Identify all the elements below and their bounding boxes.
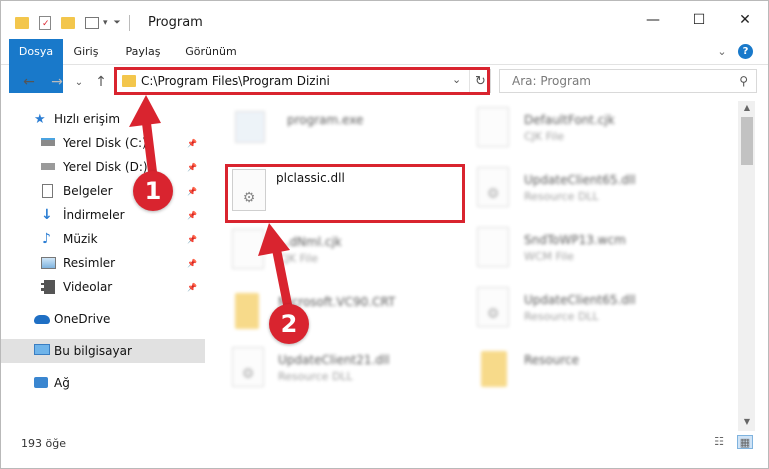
title-bar: ✓ ▾ ⏷ Program — ☐ ✕ (1, 1, 768, 39)
sidebar-item-quick-access[interactable]: ★ Hızlı erişim (1, 107, 205, 131)
video-icon (41, 280, 55, 294)
large-icons-view-icon[interactable]: ▦ (737, 435, 753, 449)
forward-button[interactable]: → (47, 73, 67, 91)
step-2-badge: 2 (269, 304, 309, 344)
scroll-up-icon[interactable]: ▲ (741, 103, 753, 115)
quick-access-toolbar: ✓ ▾ ⏷ (15, 13, 130, 33)
search-placeholder: Ara: Program (512, 74, 591, 88)
pictures-icon (41, 257, 56, 269)
pin-icon[interactable]: 📌 (187, 259, 197, 268)
doc-icon (477, 107, 509, 147)
pin-icon[interactable]: 📌 (187, 187, 197, 196)
pin-icon[interactable]: 📌 (187, 283, 197, 292)
address-highlight-box (114, 67, 490, 95)
folder-icon (15, 17, 29, 29)
sidebar-item-videos[interactable]: Videolar 📌 (1, 275, 205, 299)
documents-icon (42, 184, 53, 198)
pin-icon[interactable]: 📌 (187, 211, 197, 220)
sidebar-item-disk-d[interactable]: Yerel Disk (D:) 📌 (1, 155, 205, 179)
sidebar-item-disk-c[interactable]: Yerel Disk (C:) 📌 (1, 131, 205, 155)
tab-home[interactable]: Giriş (63, 39, 109, 65)
sidebar-item-music[interactable]: ♪ Müzik 📌 (1, 227, 205, 251)
maximize-button[interactable]: ☐ (676, 1, 722, 39)
file-item[interactable]: ⚙ UpdateClient65.dll Resource DLL (477, 167, 717, 221)
tab-share[interactable]: Paylaş (113, 39, 173, 65)
dropdown-icon[interactable]: ▾ (103, 18, 108, 28)
sidebar-item-pictures[interactable]: Resimler 📌 (1, 251, 205, 275)
help-icon[interactable]: ? (738, 44, 753, 59)
download-icon: ↓ (41, 207, 53, 223)
status-bar: 193 öğe ☷ ▦ (1, 431, 768, 453)
sidebar-item-this-pc[interactable]: Bu bilgisayar (1, 339, 205, 363)
dll-gear-icon: ⚙ (477, 287, 509, 327)
star-icon: ★ (34, 111, 46, 127)
minimize-button[interactable]: — (630, 1, 676, 39)
tab-view[interactable]: Görünüm (177, 39, 245, 65)
sidebar-item-documents[interactable]: Belgeler 📌 (1, 179, 205, 203)
file-item[interactable]: DefaultFont.cjk CJK File (477, 107, 717, 161)
pin-icon[interactable]: 📌 (187, 235, 197, 244)
new-folder-icon[interactable] (61, 17, 75, 29)
pin-icon[interactable]: 📌 (187, 163, 197, 172)
music-icon: ♪ (42, 231, 51, 247)
search-icon[interactable]: ⚲ (739, 74, 748, 88)
sidebar-item-network[interactable]: Ağ (1, 371, 205, 395)
file-item[interactable]: ⚙ UpdateClient21.dll Resource DLL (231, 347, 471, 401)
dll-gear-icon: ⚙ (477, 167, 509, 207)
file-item[interactable]: Resource (477, 347, 717, 401)
sidebar-item-onedrive[interactable]: OneDrive (1, 307, 205, 331)
ribbon-expand-icon[interactable]: ⌄ (713, 39, 731, 65)
ribbon-tabs: Dosya Giriş Paylaş Görünüm ⌄ ? (1, 39, 768, 93)
search-box[interactable]: Ara: Program ⚲ (499, 69, 757, 93)
item-count: 193 öğe (21, 437, 66, 450)
file-item[interactable]: ...dNml.cjk CJK File (231, 229, 471, 283)
drive-icon (41, 163, 55, 170)
details-view-icon[interactable]: ☷ (711, 435, 727, 449)
network-icon (34, 377, 48, 388)
close-button[interactable]: ✕ (722, 1, 768, 39)
view-menu-icon[interactable] (85, 17, 99, 29)
file-item[interactable]: ⚙ UpdateClient65.dll Resource DLL (477, 287, 717, 341)
scroll-down-icon[interactable]: ▼ (741, 417, 753, 429)
up-button[interactable]: ↑ (91, 73, 111, 91)
dll-gear-icon: ⚙ (232, 347, 264, 387)
back-button[interactable]: ← (19, 73, 39, 91)
folder-icon (481, 351, 507, 387)
folder-icon (235, 293, 259, 329)
exe-icon (235, 111, 265, 143)
file-item[interactable]: SndToWP13.wcm WCM File (477, 227, 717, 281)
file-highlight-box (225, 164, 465, 223)
file-item[interactable]: program.exe (235, 107, 475, 161)
step-1-badge: 1 (133, 171, 173, 211)
doc-icon (232, 229, 264, 269)
properties-icon[interactable]: ✓ (39, 16, 51, 30)
scroll-thumb[interactable] (741, 117, 753, 165)
pin-icon[interactable]: 📌 (187, 139, 197, 148)
customize-icon[interactable]: ⏷ (114, 18, 121, 28)
doc-icon (477, 227, 509, 267)
file-item[interactable]: Microsoft.VC90.CRT (231, 289, 471, 343)
computer-icon (34, 344, 50, 355)
file-list: program.exe ⚙ plclassic.dll ...dNml.cjk … (205, 101, 739, 431)
sidebar-item-downloads[interactable]: ↓ İndirmeler 📌 (1, 203, 205, 227)
recent-locations-button[interactable]: ⌄ (69, 73, 89, 91)
window-title: Program (148, 15, 203, 30)
drive-icon (41, 138, 55, 146)
navigation-pane: ★ Hızlı erişim Yerel Disk (C:) 📌 Yerel D… (1, 101, 205, 431)
title-separator (128, 15, 130, 31)
explorer-window: ✓ ▾ ⏷ Program — ☐ ✕ Dosya Giriş Paylaş G… (0, 0, 769, 469)
cloud-icon (34, 315, 50, 324)
vertical-scrollbar[interactable]: ▲ ▼ (738, 101, 755, 431)
